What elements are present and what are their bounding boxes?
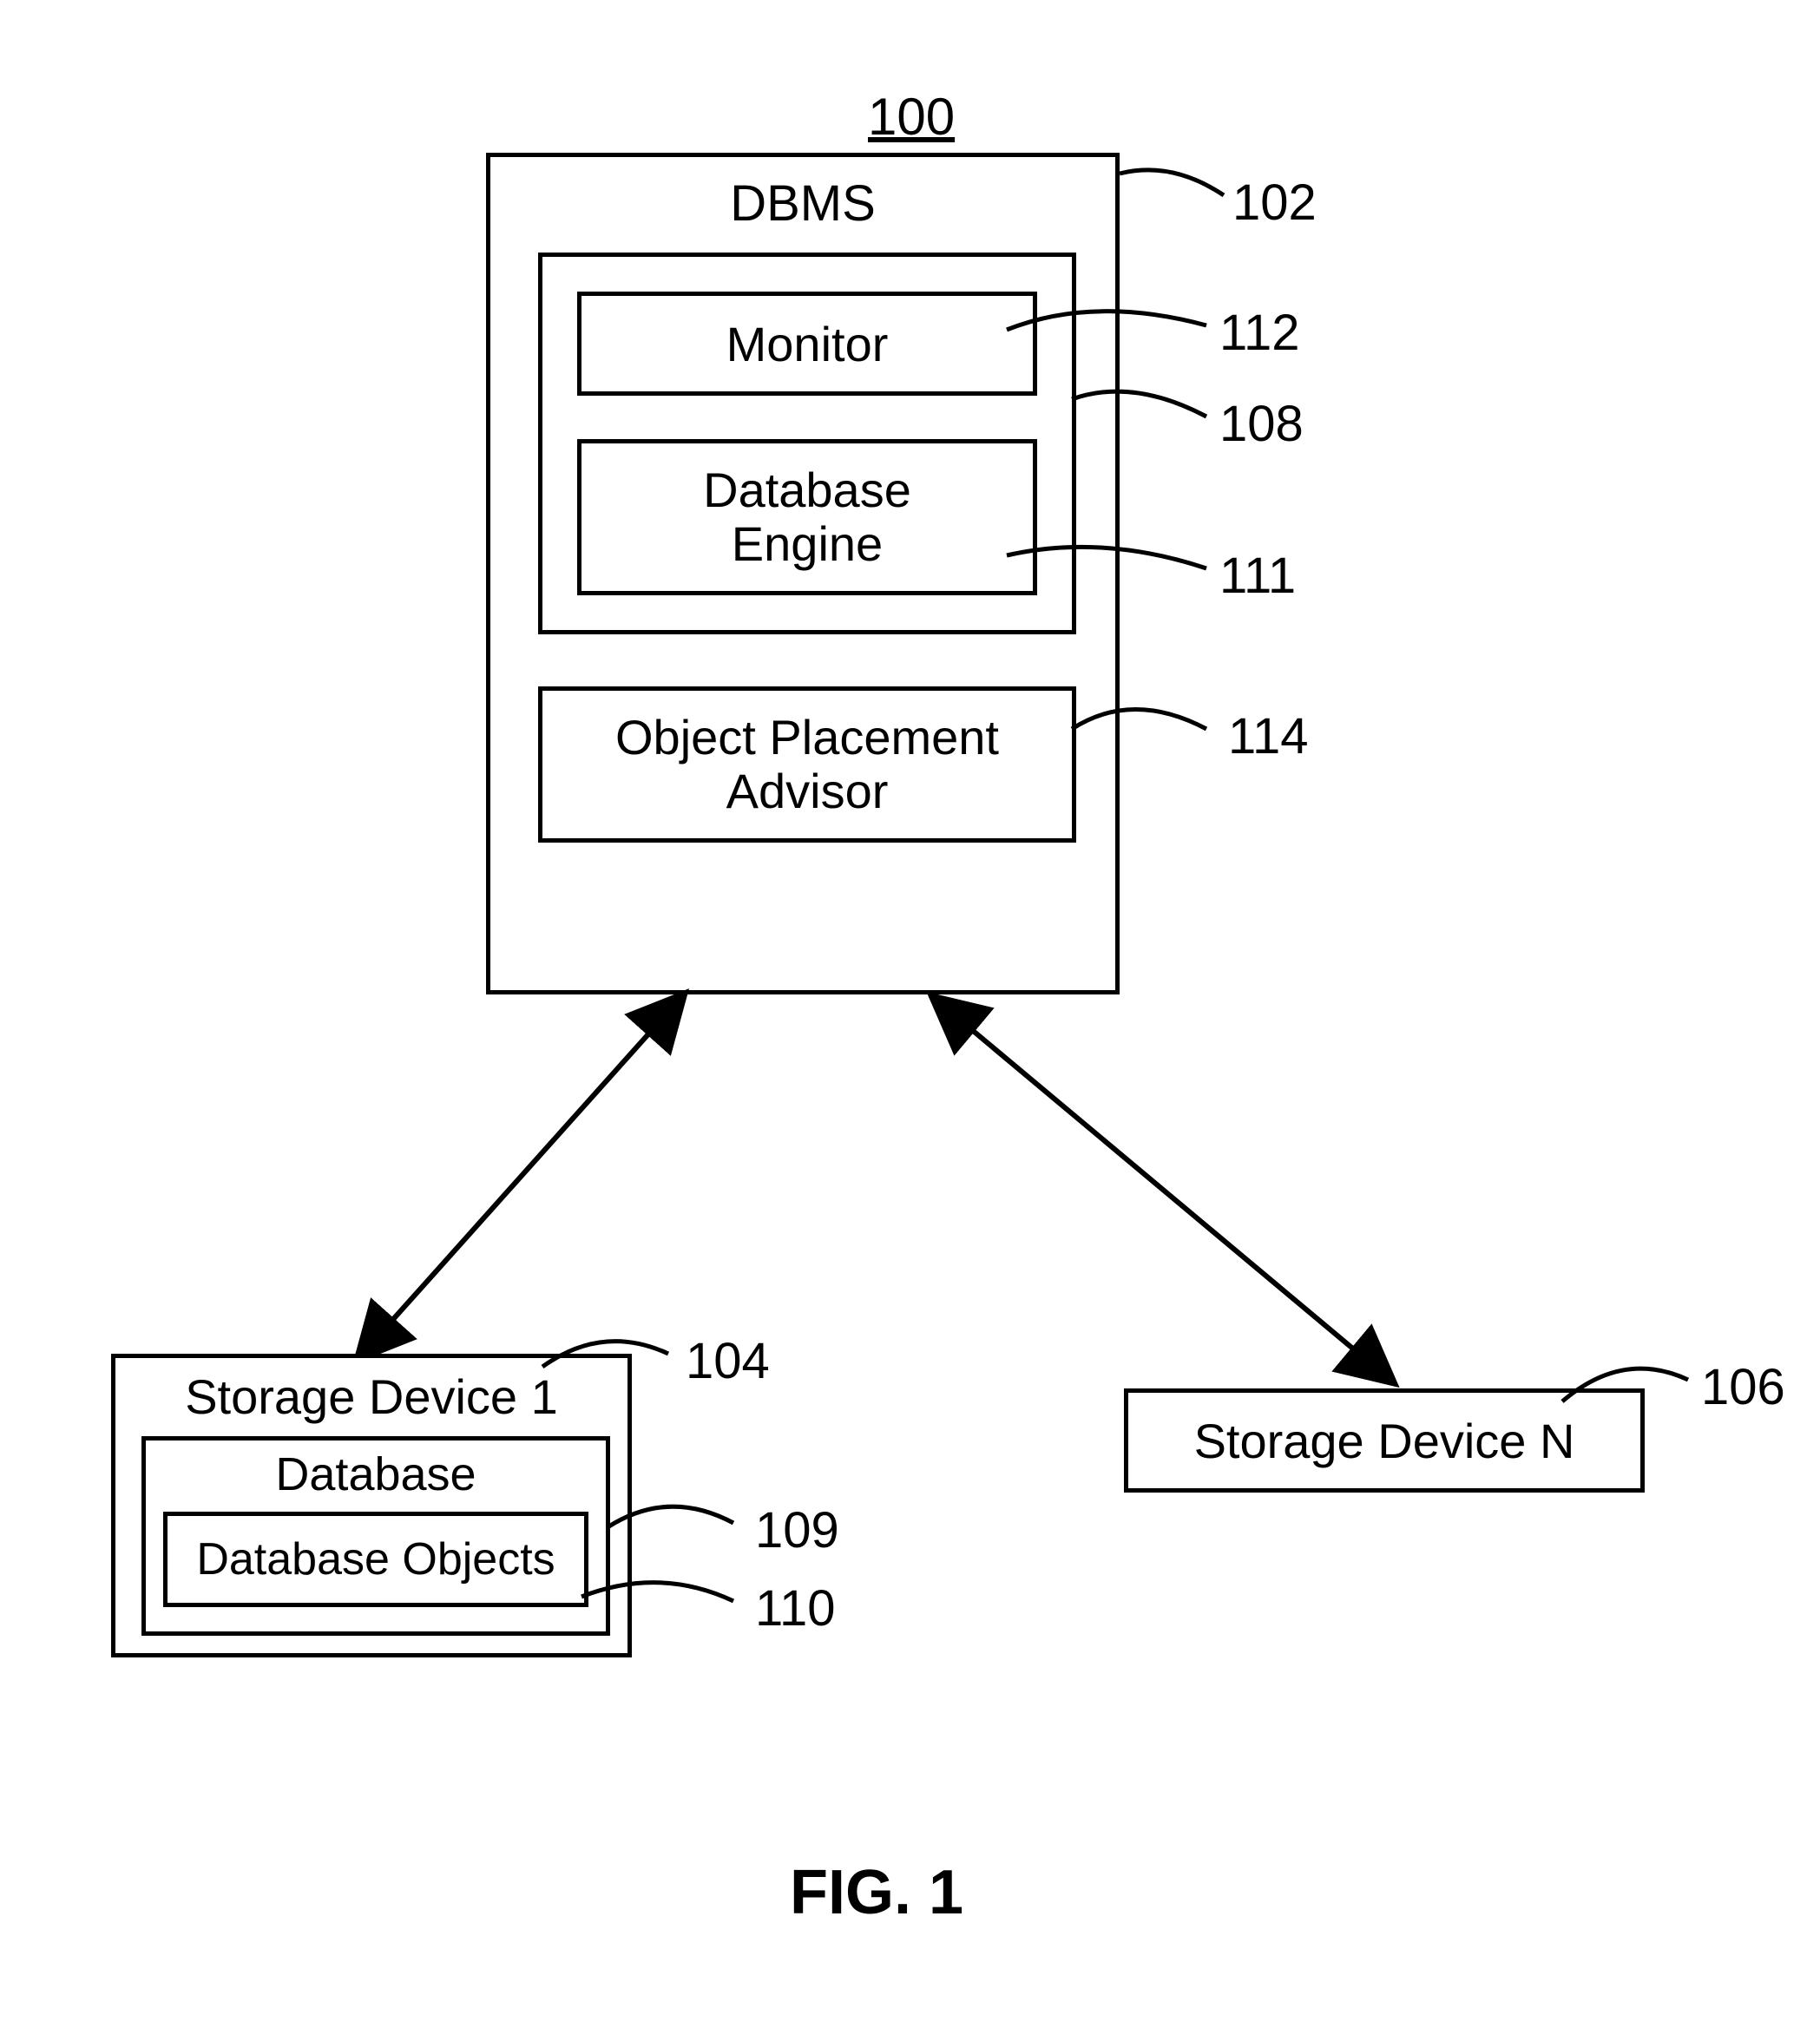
dbms-title: DBMS [730, 174, 876, 233]
ref-102: 102 [1232, 174, 1317, 232]
arrow-dbms-storage1 [338, 994, 703, 1368]
ref-106: 106 [1701, 1358, 1785, 1416]
ref-111: 111 [1219, 547, 1296, 605]
database-box: Database Database Objects [141, 1436, 610, 1636]
database-title: Database [275, 1447, 476, 1501]
leader-112 [1007, 286, 1224, 356]
diagram-canvas: 100 DBMS Monitor Database Engine Object … [0, 0, 1820, 2041]
leader-110 [581, 1571, 746, 1631]
ref-110: 110 [755, 1579, 835, 1637]
ref-108: 108 [1219, 395, 1304, 453]
ref-114: 114 [1228, 707, 1308, 765]
database-engine-box: Database Engine [577, 439, 1037, 595]
figure-number: 100 [868, 87, 955, 147]
object-placement-advisor-box: Object Placement Advisor [538, 686, 1076, 843]
dbms-group-box: Monitor Database Engine [538, 253, 1076, 634]
leader-111 [1007, 538, 1224, 599]
ref-109: 109 [755, 1501, 839, 1559]
storage-device-1-box: Storage Device 1 Database Database Objec… [111, 1354, 632, 1657]
database-objects-box: Database Objects [163, 1512, 588, 1607]
arrow-dbms-storagen [924, 994, 1419, 1394]
storage-device-1-title: Storage Device 1 [185, 1368, 558, 1425]
leader-109 [608, 1493, 746, 1553]
leader-102 [1120, 165, 1250, 234]
monitor-box: Monitor [577, 292, 1037, 396]
leader-114 [1072, 694, 1219, 764]
leader-108 [1072, 382, 1219, 443]
figure-caption: FIG. 1 [790, 1857, 963, 1928]
ref-112: 112 [1219, 304, 1299, 362]
leader-106 [1562, 1349, 1701, 1419]
leader-104 [542, 1323, 681, 1393]
ref-104: 104 [686, 1332, 770, 1390]
storage-device-n-title: Storage Device N [1194, 1413, 1575, 1469]
